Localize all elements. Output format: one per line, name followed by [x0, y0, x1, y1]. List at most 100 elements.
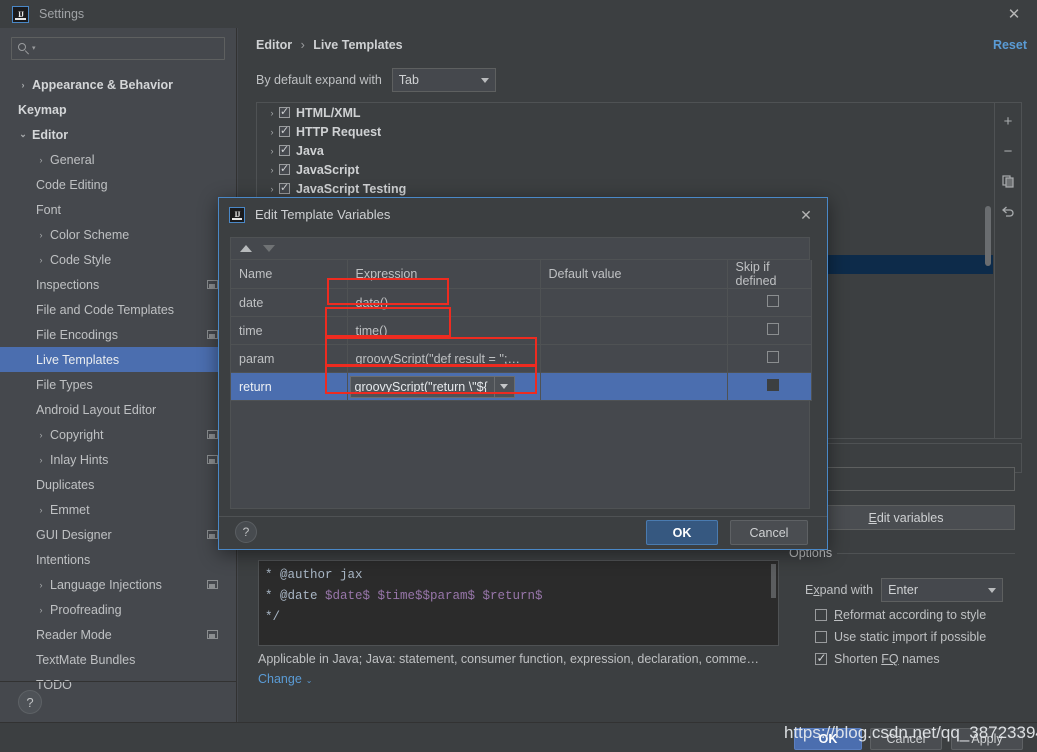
- variable-expression-cell[interactable]: date(): [347, 288, 541, 317]
- shorten-fq-checkbox[interactable]: Shorten FQ names: [815, 651, 940, 666]
- default-expand-select[interactable]: Tab: [391, 68, 496, 92]
- code-scrollbar[interactable]: [771, 564, 776, 598]
- chevron-right-icon[interactable]: ›: [36, 430, 46, 440]
- sidebar-item-file-types[interactable]: File Types: [0, 372, 236, 397]
- chevron-right-icon[interactable]: ›: [36, 580, 46, 590]
- variable-default-cell[interactable]: [540, 316, 728, 345]
- edit-variables-button[interactable]: Edit variables: [797, 505, 1015, 530]
- variable-default-cell[interactable]: [540, 344, 728, 373]
- chevron-right-icon[interactable]: ›: [36, 505, 46, 515]
- sidebar-item-reader-mode[interactable]: Reader Mode: [0, 622, 236, 647]
- column-header-name[interactable]: Name: [231, 260, 348, 289]
- dialog-ok-button[interactable]: OK: [646, 520, 718, 545]
- chevron-right-icon[interactable]: ›: [18, 80, 28, 90]
- template-group-row[interactable]: › JavaScript: [257, 160, 993, 179]
- variable-expression-cell[interactable]: time(): [347, 316, 541, 345]
- duplicate-template-icon[interactable]: [1000, 173, 1016, 189]
- chevron-right-icon[interactable]: ›: [265, 127, 279, 137]
- variable-skip-cell[interactable]: [727, 372, 812, 401]
- move-up-icon[interactable]: [240, 245, 252, 252]
- help-icon[interactable]: ?: [18, 690, 42, 714]
- sidebar-item-language-injections[interactable]: › Language Injections: [0, 572, 236, 597]
- variable-skip-cell[interactable]: [727, 344, 812, 373]
- dialog-close-icon[interactable]: ✕: [795, 204, 817, 226]
- skip-if-defined-checkbox[interactable]: [767, 351, 779, 363]
- template-group-checkbox[interactable]: [279, 124, 290, 137]
- breadcrumb-parent[interactable]: Editor: [256, 38, 292, 52]
- sidebar-item-inlay-hints[interactable]: › Inlay Hints: [0, 447, 236, 472]
- templates-scrollbar[interactable]: [985, 206, 991, 266]
- expand-with-select[interactable]: Enter: [881, 578, 1004, 602]
- variable-default-cell[interactable]: [540, 288, 728, 317]
- template-group-checkbox[interactable]: [279, 162, 290, 175]
- add-template-button[interactable]: +: [1000, 113, 1016, 130]
- variable-name-cell[interactable]: param: [231, 344, 348, 373]
- variable-skip-cell[interactable]: [727, 288, 812, 317]
- variable-name-cell[interactable]: time: [231, 316, 348, 345]
- sidebar-item-intentions[interactable]: Intentions: [0, 547, 236, 572]
- variable-default-cell[interactable]: [540, 372, 728, 401]
- variable-expression-cell[interactable]: groovyScript("return \"${: [347, 372, 541, 401]
- template-group-checkbox[interactable]: [279, 105, 290, 118]
- sidebar-item-color-scheme[interactable]: › Color Scheme: [0, 222, 236, 247]
- search-input[interactable]: ▾: [11, 37, 225, 60]
- sidebar-item-copyright[interactable]: › Copyright: [0, 422, 236, 447]
- skip-if-defined-checkbox[interactable]: [767, 379, 779, 391]
- chevron-right-icon[interactable]: ›: [265, 184, 279, 194]
- static-import-checkbox[interactable]: Use static import if possible: [815, 630, 986, 644]
- template-group-row[interactable]: › JavaScript Testing: [257, 179, 993, 198]
- chevron-right-icon[interactable]: ›: [265, 108, 279, 118]
- variable-name-cell[interactable]: return: [231, 372, 348, 401]
- template-group-row[interactable]: › Java: [257, 141, 993, 160]
- skip-if-defined-checkbox[interactable]: [767, 295, 779, 307]
- template-group-row[interactable]: › HTML/XML: [257, 103, 993, 122]
- remove-template-button[interactable]: −: [1000, 143, 1016, 160]
- sidebar-item-code-editing[interactable]: Code Editing: [0, 172, 236, 197]
- variables-table-row[interactable]: return groovyScript("return \"${: [231, 372, 812, 401]
- sidebar-item-file-and-code-templates[interactable]: File and Code Templates: [0, 297, 236, 322]
- variables-table-row[interactable]: time time(): [231, 316, 812, 345]
- chevron-down-icon[interactable]: ⌄: [18, 129, 28, 140]
- sidebar-item-gui-designer[interactable]: GUI Designer: [0, 522, 236, 547]
- sidebar-item-android-layout-editor[interactable]: Android Layout Editor: [0, 397, 236, 422]
- dialog-help-icon[interactable]: ?: [235, 521, 257, 543]
- column-header-expression[interactable]: Expression: [347, 260, 541, 289]
- sidebar-item-file-encodings[interactable]: File Encodings: [0, 322, 236, 347]
- expression-dropdown-icon[interactable]: [493, 376, 514, 397]
- window-close-icon[interactable]: ✕: [991, 0, 1037, 28]
- expression-combo-editor[interactable]: groovyScript("return \"${: [349, 375, 515, 398]
- variable-skip-cell[interactable]: [727, 316, 812, 345]
- template-group-row[interactable]: › HTTP Request: [257, 122, 993, 141]
- chevron-right-icon[interactable]: ›: [36, 455, 46, 465]
- variable-expression-cell[interactable]: groovyScript("def result = '';…: [347, 344, 541, 373]
- sidebar-item-code-style[interactable]: › Code Style: [0, 247, 236, 272]
- reformat-checkbox[interactable]: Reformat according to style: [815, 608, 986, 622]
- column-header-skip-if-defined[interactable]: Skip if defined: [727, 260, 812, 289]
- sidebar-item-font[interactable]: Font: [0, 197, 236, 222]
- sidebar-item-textmate-bundles[interactable]: TextMate Bundles: [0, 647, 236, 672]
- column-header-default-value[interactable]: Default value: [540, 260, 728, 289]
- move-down-icon[interactable]: [263, 245, 275, 252]
- sidebar-item-editor[interactable]: ⌄ Editor: [0, 122, 236, 147]
- chevron-right-icon[interactable]: ›: [265, 146, 279, 156]
- chevron-right-icon[interactable]: ›: [36, 155, 46, 165]
- chevron-right-icon[interactable]: ›: [36, 605, 46, 615]
- skip-if-defined-checkbox[interactable]: [767, 323, 779, 335]
- sidebar-item-keymap[interactable]: Keymap: [0, 97, 236, 122]
- template-group-checkbox[interactable]: [279, 143, 290, 156]
- sidebar-item-proofreading[interactable]: › Proofreading: [0, 597, 236, 622]
- sidebar-item-live-templates[interactable]: Live Templates: [0, 347, 236, 372]
- chevron-right-icon[interactable]: ›: [265, 165, 279, 175]
- chevron-right-icon[interactable]: ›: [36, 230, 46, 240]
- template-group-checkbox[interactable]: [279, 181, 290, 194]
- template-text-editor[interactable]: * @author jax * @date $date$ $time$$para…: [258, 560, 779, 646]
- sidebar-item-duplicates[interactable]: Duplicates: [0, 472, 236, 497]
- sidebar-item-general[interactable]: › General: [0, 147, 236, 172]
- sidebar-item-inspections[interactable]: Inspections: [0, 272, 236, 297]
- variables-table-row[interactable]: date date(): [231, 288, 812, 317]
- variables-table-row[interactable]: param groovyScript("def result = '';…: [231, 344, 812, 373]
- chevron-right-icon[interactable]: ›: [36, 255, 46, 265]
- reset-link[interactable]: Reset: [993, 38, 1027, 52]
- template-variables-input[interactable]: [797, 467, 1015, 491]
- dialog-cancel-button[interactable]: Cancel: [730, 520, 808, 545]
